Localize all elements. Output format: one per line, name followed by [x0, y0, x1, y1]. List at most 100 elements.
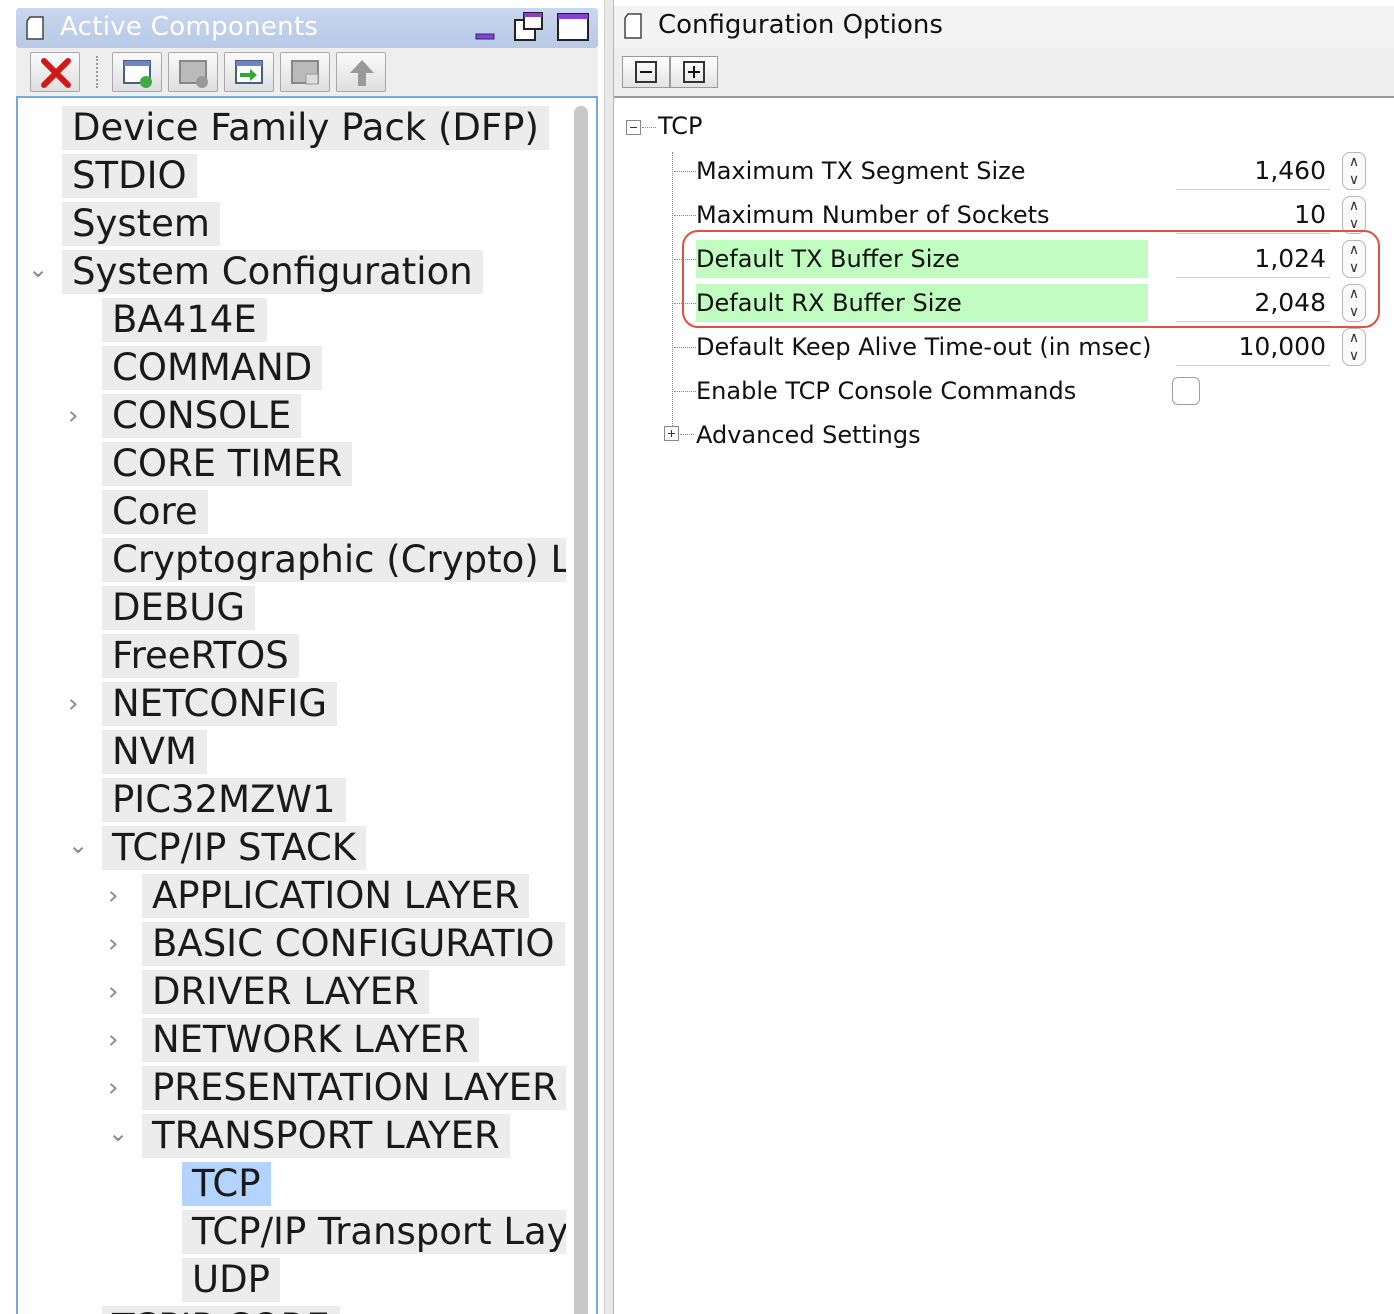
spinner-up-icon[interactable]: ∧ — [1343, 330, 1365, 346]
tree-item[interactable]: TCP — [182, 1162, 271, 1206]
option-checkbox[interactable] — [1172, 377, 1200, 405]
tree-item-label: TCP/IP Transport Lay — [182, 1210, 579, 1254]
tree-item[interactable]: Core — [102, 490, 208, 534]
spinner-down-icon[interactable]: ∨ — [1343, 348, 1365, 364]
spinner-down-icon[interactable]: ∨ — [1343, 304, 1365, 320]
tree-item[interactable]: TCP/IP STACK — [102, 826, 367, 870]
spinner-down-icon[interactable]: ∨ — [1343, 260, 1365, 276]
tree-item[interactable]: PIC32MZW1 — [102, 778, 346, 822]
chevron-down-icon[interactable]: ⌄ — [28, 250, 48, 288]
tree-item-label: FreeRTOS — [102, 634, 299, 678]
advanced-settings-expand-toggle[interactable] — [664, 426, 679, 441]
activate-component-button[interactable] — [224, 52, 274, 92]
tree-item-label: TCP — [182, 1162, 271, 1206]
option-value-field[interactable]: 1,460 — [1176, 152, 1330, 190]
minimize-icon[interactable] — [474, 22, 498, 42]
tree-connector — [674, 259, 696, 260]
tree-item[interactable]: CORE TIMER — [102, 442, 353, 486]
option-value-spinner[interactable]: ∧ ∨ — [1342, 328, 1366, 366]
tree-item-label: TCPIP CORE — [102, 1306, 340, 1314]
expand-all-button[interactable] — [670, 56, 718, 88]
option-value-field[interactable]: 10 — [1176, 196, 1330, 234]
tcp-root-label: TCP — [658, 112, 703, 140]
chevron-right-icon[interactable]: › — [108, 1018, 118, 1062]
tree-item-label: Core — [102, 490, 208, 534]
tree-item-label: Device Family Pack (DFP) — [62, 106, 549, 150]
tree-item-label: CORE TIMER — [102, 442, 353, 486]
tree-item-label: DEBUG — [102, 586, 256, 630]
option-value-field[interactable]: 2,048 — [1176, 284, 1330, 322]
tree-connector — [674, 215, 696, 216]
option-value-spinner[interactable]: ∧ ∨ — [1342, 284, 1366, 322]
tree-item[interactable]: UDP — [182, 1258, 280, 1302]
collapse-all-button[interactable] — [622, 56, 670, 88]
active-components-title-bar: Active Components — [16, 8, 598, 48]
tree-item[interactable]: Device Family Pack (DFP) — [62, 106, 549, 150]
tree-item[interactable]: STDIO — [62, 154, 197, 198]
tree-item[interactable]: TCP/IP Transport Lay — [182, 1210, 579, 1254]
tree-item[interactable]: TCPIP CORE — [102, 1306, 340, 1314]
spinner-up-icon[interactable]: ∧ — [1343, 154, 1365, 170]
tree-item[interactable]: BASIC CONFIGURATIO — [142, 922, 565, 966]
tree-item[interactable]: NETWORK LAYER — [142, 1018, 479, 1062]
option-value-spinner[interactable]: ∧ ∨ — [1342, 196, 1366, 234]
spinner-up-icon[interactable]: ∧ — [1343, 242, 1365, 258]
tree-item[interactable]: FreeRTOS — [102, 634, 299, 678]
option-label: Default Keep Alive Time-out (in msec) — [696, 333, 1152, 361]
option-value-field[interactable]: 1,024 — [1176, 240, 1330, 278]
tree-item[interactable]: DRIVER LAYER — [142, 970, 429, 1014]
chevron-right-icon[interactable]: › — [108, 922, 118, 966]
move-up-button[interactable] — [336, 52, 386, 92]
float-icon[interactable] — [512, 10, 546, 44]
option-label: Maximum Number of Sockets — [696, 201, 1050, 229]
tree-item[interactable]: System — [62, 202, 220, 246]
disable-component-button[interactable] — [280, 52, 330, 92]
remove-component-icon — [41, 58, 71, 88]
spinner-down-icon[interactable]: ∨ — [1343, 216, 1365, 232]
tree-scrollbar[interactable] — [566, 98, 596, 1314]
option-value-spinner[interactable]: ∧ ∨ — [1342, 240, 1366, 278]
disable-component-icon — [291, 60, 319, 85]
active-components-title: Active Components — [60, 12, 319, 42]
tcp-collapse-toggle[interactable] — [626, 120, 641, 135]
tree-item-label: BA414E — [102, 298, 267, 342]
tree-item[interactable]: BA414E — [102, 298, 267, 342]
chevron-right-icon[interactable]: › — [68, 682, 78, 726]
tree-item-label: NVM — [102, 730, 207, 774]
tree-item[interactable]: System Configuration — [62, 250, 483, 294]
remove-dependency-icon — [179, 60, 208, 88]
panel-splitter[interactable] — [604, 0, 614, 1314]
tree-item[interactable]: APPLICATION LAYER — [142, 874, 530, 918]
option-value-spinner[interactable]: ∧ ∨ — [1342, 152, 1366, 190]
option-value-field[interactable]: 10,000 — [1176, 328, 1330, 366]
chevron-down-icon[interactable]: ⌄ — [68, 826, 88, 864]
tree-item[interactable]: PRESENTATION LAYER — [142, 1066, 568, 1110]
chevron-down-icon[interactable]: ⌄ — [108, 1114, 128, 1152]
maximize-icon[interactable] — [556, 12, 590, 42]
remove-component-button[interactable] — [30, 52, 80, 92]
tree-item-label: DRIVER LAYER — [142, 970, 429, 1014]
spinner-up-icon[interactable]: ∧ — [1343, 198, 1365, 214]
new-component-button[interactable] — [112, 52, 162, 92]
tree-item[interactable]: COMMAND — [102, 346, 323, 390]
tree-item[interactable]: NETCONFIG — [102, 682, 337, 726]
tree-item-label: NETWORK LAYER — [142, 1018, 479, 1062]
option-label: Default RX Buffer Size — [696, 284, 1148, 322]
advanced-settings-label[interactable]: Advanced Settings — [696, 416, 921, 454]
tree-item[interactable]: DEBUG — [102, 586, 256, 630]
chevron-right-icon[interactable]: › — [68, 394, 78, 438]
tree-item[interactable]: NVM — [102, 730, 207, 774]
tree-item-label: APPLICATION LAYER — [142, 874, 530, 918]
tree-scrollbar-thumb[interactable] — [574, 106, 588, 1314]
chevron-right-icon[interactable]: › — [108, 874, 118, 918]
collapse-all-icon — [635, 61, 657, 83]
chevron-right-icon[interactable]: › — [108, 970, 118, 1014]
option-label: Maximum TX Segment Size — [696, 157, 1026, 185]
chevron-right-icon[interactable]: › — [108, 1066, 118, 1110]
tree-item[interactable]: CONSOLE — [102, 394, 302, 438]
spinner-down-icon[interactable]: ∨ — [1343, 172, 1365, 188]
tree-item[interactable]: TRANSPORT LAYER — [142, 1114, 510, 1158]
tree-item[interactable]: Cryptographic (Crypto) L — [102, 538, 582, 582]
spinner-up-icon[interactable]: ∧ — [1343, 286, 1365, 302]
remove-dependency-button[interactable] — [168, 52, 218, 92]
